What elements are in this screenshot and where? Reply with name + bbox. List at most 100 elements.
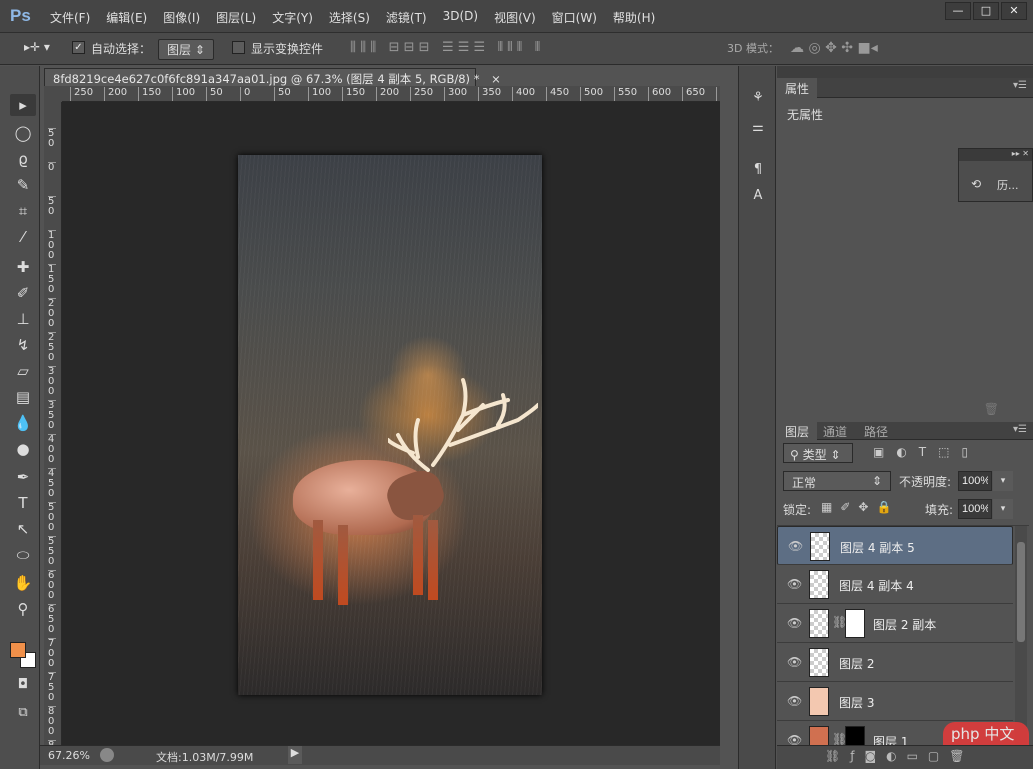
move-tool-icon[interactable]: ▸ (10, 94, 36, 116)
menu-type[interactable]: 文字(Y) (272, 9, 313, 26)
quick-mask-icon[interactable]: ◘ (10, 674, 36, 696)
adjustments-icon[interactable]: ⚘ (748, 90, 768, 110)
ruler-tick-label: 300 (48, 366, 56, 397)
type-tool-icon[interactable]: T (10, 492, 36, 514)
vertical-ruler[interactable]: 0500501001502002503003504004505005506006… (44, 102, 62, 745)
horizontal-ruler[interactable]: 250 200 150 100 50 0 50 100 150 200 250 300 350 400 45… (62, 86, 720, 102)
menu-view[interactable]: 视图(V) (494, 9, 536, 26)
visibility-eye-icon[interactable]: 👁 (788, 539, 803, 553)
auto-select-target-dropdown[interactable]: 图层 ⇕ (158, 39, 214, 60)
panel-menu-icon[interactable]: ▾☰ (1013, 80, 1027, 91)
opacity-input[interactable] (958, 471, 992, 491)
auto-select-checkbox[interactable]: ✓ (72, 40, 85, 54)
panel-dock: ⚘ ⚌ ¶ A (738, 66, 776, 769)
tools-panel: ▸ ◯ ϱ ✎ ⌗ ⁄ ✚ ✐ ⊥ ↯ ▱ ▤ 💧 ● ✒ T ↖ ⬭ ✋ ⚲ … (0, 66, 40, 769)
history-label[interactable]: 历... (997, 177, 1019, 193)
eraser-tool-icon[interactable]: ▱ (10, 360, 36, 382)
3d-mode-icons[interactable]: ☁ ◎ ✥ ✣ ■◂ (790, 40, 878, 56)
tab-channels[interactable]: 通道 (823, 423, 847, 440)
layer-filter-dropdown[interactable]: ⚲ 类型 ⇕ (783, 443, 853, 463)
menu-window[interactable]: 窗口(W) (552, 9, 597, 26)
eyedropper-tool-icon[interactable]: ⁄ (10, 226, 36, 248)
align-icons[interactable]: ⫼ ⫼ ⫼ ⊟ ⊟ ⊟ ☰ ☰ ☰ ⫴ ⫴ ⫴ ⦀ (350, 40, 540, 55)
layer-row[interactable]: 👁 图层 4 副本 5 (777, 526, 1013, 565)
history-icon[interactable]: ⟲ (971, 177, 981, 191)
tab-layers[interactable]: 图层 (777, 422, 818, 440)
dodge-tool-icon[interactable]: ● (10, 438, 36, 460)
paragraph-icon[interactable]: ¶ (748, 162, 768, 182)
clone-stamp-tool-icon[interactable]: ⊥ (10, 308, 36, 330)
fill-dropdown-icon[interactable]: ▾ (993, 499, 1013, 519)
document-image-elk[interactable] (238, 155, 542, 695)
menu-select[interactable]: 选择(S) (329, 9, 370, 26)
menu-image[interactable]: 图像(I) (163, 9, 200, 26)
layer-name: 图层 2 副本 (873, 618, 937, 632)
panel-collapse-icon[interactable]: ▸▸ ✕ (959, 149, 1032, 161)
lock-icons[interactable]: ▦✐✥🔒 (821, 500, 899, 514)
ruler-tick-label: 0 (48, 162, 56, 173)
zoom-tool-icon[interactable]: ⚲ (10, 598, 36, 620)
marquee-tool-icon[interactable]: ◯ (10, 122, 36, 144)
filter-icons[interactable]: ▣◐T⬚▯ (873, 445, 980, 459)
menu-file[interactable]: 文件(F) (50, 9, 90, 26)
visibility-eye-icon[interactable]: 👁 (787, 577, 802, 591)
tab-paths[interactable]: 路径 (864, 423, 888, 440)
healing-brush-tool-icon[interactable]: ✚ (10, 256, 36, 278)
layers-panel: ⚲ 类型 ⇕ ▣◐T⬚▯ 正常⇕ 不透明度: ▾ 锁定: ▦✐✥🔒 填充: ▾ … (777, 440, 1029, 766)
move-tool-icon[interactable]: ▸✛ ▾ (24, 40, 50, 54)
properties-panel: 无属性 🗑 (777, 98, 1029, 420)
show-transform-checkbox[interactable] (232, 40, 245, 54)
trash-icon[interactable]: 🗑 (984, 402, 999, 416)
maximize-button[interactable]: □ (973, 2, 999, 20)
visibility-eye-icon[interactable]: 👁 (787, 616, 802, 630)
ellipse-tool-icon[interactable]: ⬭ (10, 544, 36, 566)
ruler-origin[interactable] (44, 86, 62, 102)
layer-row[interactable]: 👁 图层 3 (777, 682, 1013, 721)
document-tab[interactable]: 8fd8219ce4e627c0f6fc891a347aa01.jpg @ 67… (44, 68, 501, 88)
hand-tool-icon[interactable]: ✋ (10, 572, 36, 594)
lasso-tool-icon[interactable]: ϱ (10, 148, 36, 170)
menu-edit[interactable]: 编辑(E) (106, 9, 147, 26)
visibility-eye-icon[interactable]: 👁 (787, 655, 802, 669)
fill-input[interactable] (958, 499, 992, 519)
layer-mask-thumbnail[interactable] (845, 609, 865, 638)
crop-tool-icon[interactable]: ⌗ (10, 200, 36, 222)
gradient-tool-icon[interactable]: ▤ (10, 386, 36, 408)
minimize-button[interactable]: — (945, 2, 971, 20)
menu-layer[interactable]: 图层(L) (216, 9, 256, 26)
pen-tool-icon[interactable]: ✒ (10, 466, 36, 488)
close-button[interactable]: ✕ (1001, 2, 1027, 20)
character-icon[interactable]: A (748, 188, 768, 208)
layers-menu-icon[interactable]: ▾☰ (1013, 424, 1027, 435)
status-menu-arrow-icon[interactable]: ▶ (288, 746, 302, 764)
menu-filter[interactable]: 滤镜(T) (386, 9, 427, 26)
blur-tool-icon[interactable]: 💧 (10, 412, 36, 434)
layer-name: 图层 2 (839, 657, 875, 671)
layer-mask-thumbnail[interactable] (845, 726, 865, 745)
blend-mode-dropdown[interactable]: 正常 ⇕ (783, 471, 891, 491)
visibility-eye-icon[interactable]: 👁 (787, 733, 802, 745)
status-icon[interactable] (100, 748, 114, 762)
visibility-eye-icon[interactable]: 👁 (787, 694, 802, 708)
quick-select-tool-icon[interactable]: ✎ (10, 174, 36, 196)
path-select-tool-icon[interactable]: ↖ (10, 518, 36, 540)
scrollbar-thumb[interactable] (1017, 542, 1025, 642)
sliders-icon[interactable]: ⚌ (748, 120, 768, 140)
glow-particles (388, 335, 468, 415)
opacity-dropdown-icon[interactable]: ▾ (993, 471, 1013, 491)
layer-row[interactable]: 👁 图层 2 (777, 643, 1013, 682)
brush-tool-icon[interactable]: ✐ (10, 282, 36, 304)
zoom-level[interactable]: 67.26% (48, 749, 90, 762)
menu-help[interactable]: 帮助(H) (613, 9, 655, 26)
screen-mode-icon[interactable]: ⧉ (10, 702, 36, 724)
history-brush-tool-icon[interactable]: ↯ (10, 334, 36, 356)
tab-properties[interactable]: 属性 (777, 78, 818, 98)
layer-row[interactable]: 👁 ⛓ 图层 2 副本 (777, 604, 1013, 643)
window-controls: — □ ✕ (945, 2, 1027, 20)
close-document-icon[interactable]: × (491, 72, 501, 86)
menu-3d[interactable]: 3D(D) (443, 9, 478, 26)
layers-scrollbar[interactable] (1015, 526, 1027, 745)
foreground-color-fill[interactable] (10, 642, 26, 658)
layer-action-icons[interactable]: ⛓ƒ◙◐▭▢🗑 (825, 749, 974, 763)
layer-row[interactable]: 👁 图层 4 副本 4 (777, 565, 1013, 604)
